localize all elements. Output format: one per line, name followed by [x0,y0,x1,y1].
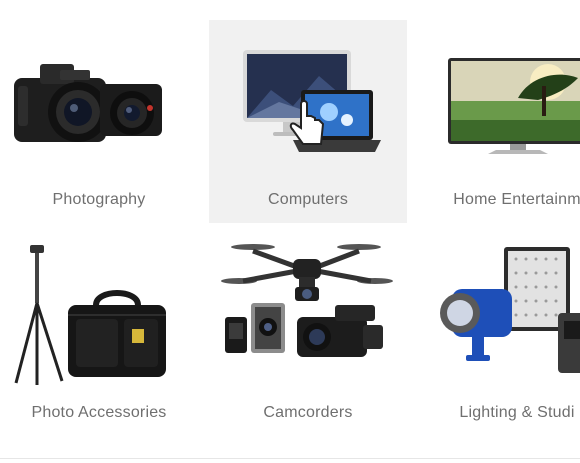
category-label: Computers [267,191,349,208]
studio-light-icon [418,233,580,393]
category-label: Lighting & Studi [459,404,575,421]
category-tile-computers[interactable]: Computers [209,20,407,223]
category-label: Camcorders [263,404,353,421]
category-label: Photo Accessories [31,404,167,421]
divider [0,458,580,459]
category-tile-home-entertainment[interactable]: Home Entertainm [418,20,580,223]
category-tile-photography[interactable]: Photography [0,20,198,223]
camera-icon [0,20,198,180]
category-tile-photo-accessories[interactable]: Photo Accessories [0,233,198,436]
category-tile-lighting-studio[interactable]: Lighting & Studi [418,233,580,436]
category-label: Photography [52,191,146,208]
category-label: Home Entertainm [453,191,580,208]
computer-icon [209,20,407,180]
tripod-bag-icon [0,233,198,393]
category-tile-camcorders[interactable]: Camcorders [209,233,407,436]
tv-icon [418,20,580,180]
drone-camcorder-icon [209,233,407,393]
